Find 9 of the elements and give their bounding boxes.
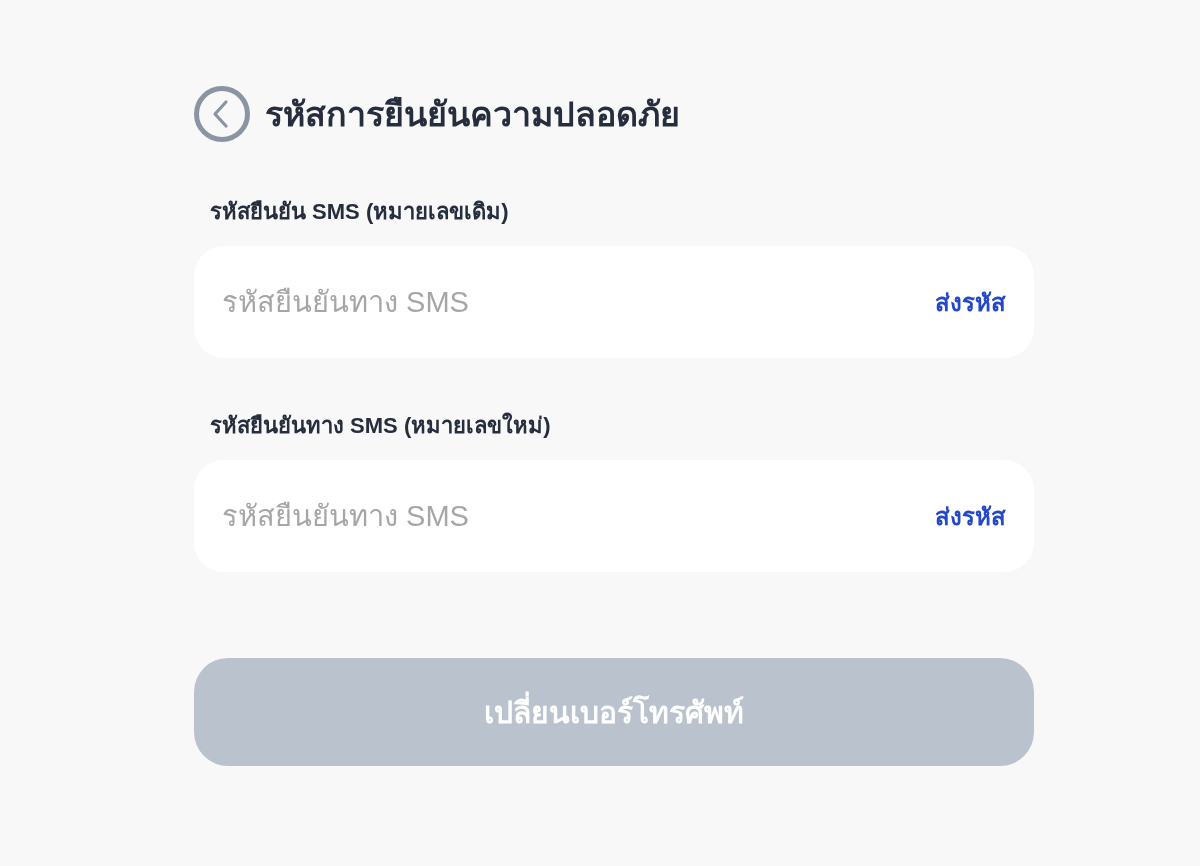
back-icon [194,86,250,142]
back-button[interactable] [194,86,250,142]
send-code-button[interactable]: ส่งรหัส [935,282,1006,322]
input-field[interactable]: รหัสยืนยันทาง SMS ส่งรหัส [194,460,1034,572]
page-title: รหัสการยืนยันความปลอดภัย [265,94,680,135]
input-field[interactable]: รหัสยืนยันทาง SMS ส่งรหัส [194,246,1034,358]
send-code-button[interactable]: ส่งรหัส [935,496,1006,536]
field-label: รหัสยืนยันทาง SMS (หมายเลขใหม่) [210,411,551,440]
field-label: รหัสยืนยัน SMS (หมายเลขเดิม) [210,198,509,226]
